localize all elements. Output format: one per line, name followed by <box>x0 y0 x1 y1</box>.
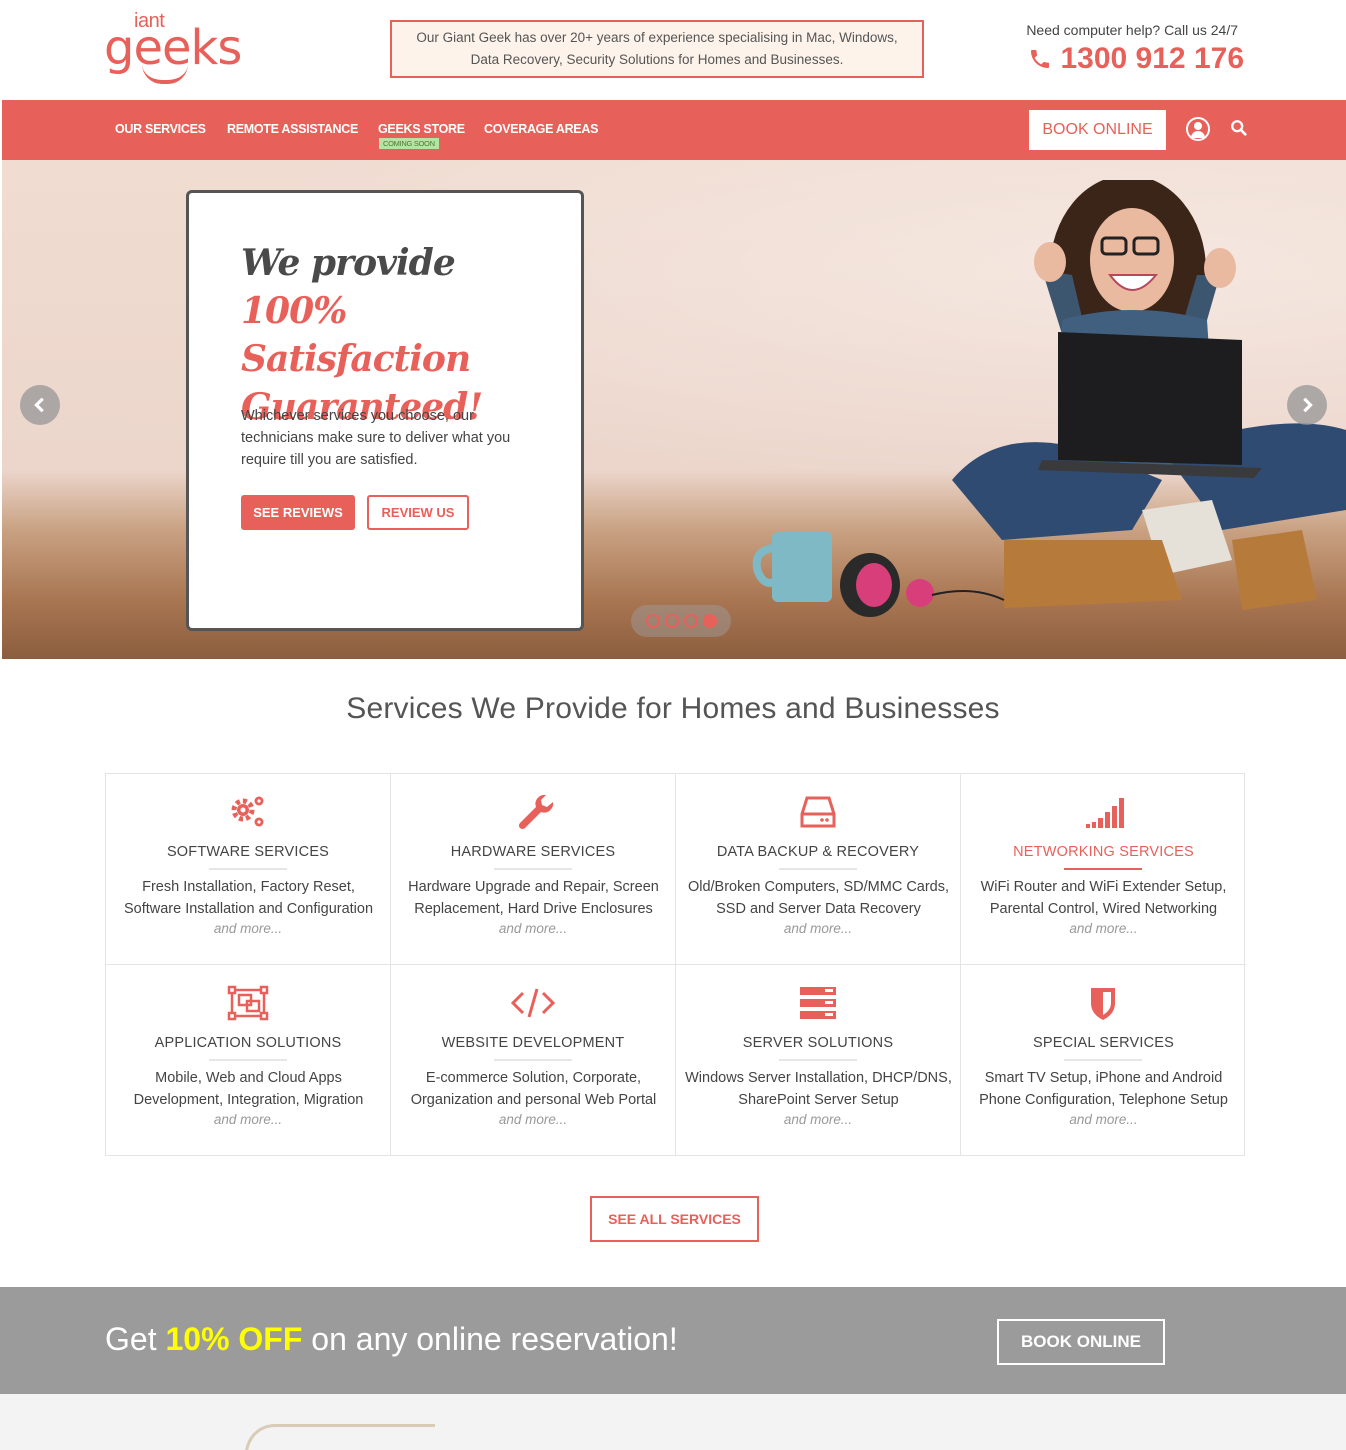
title-divider <box>1064 868 1142 870</box>
nav-geeks-store-label: GEEKS STORE <box>378 122 465 136</box>
logo-smile-icon <box>142 64 188 84</box>
title-divider <box>209 868 287 870</box>
intro-line-1: Our Giant Geek has over 20+ years of exp… <box>416 30 898 45</box>
title-divider <box>209 1059 287 1061</box>
review-us-button[interactable]: REVIEW US <box>367 495 469 530</box>
call-label: Need computer help? Call us 24/7 <box>1026 22 1238 38</box>
service-title: SERVER SOLUTIONS <box>742 1035 894 1051</box>
service-description: Hardware Upgrade and Repair, Screen Repl… <box>408 879 659 917</box>
promo-text-pre: Get <box>105 1321 166 1357</box>
signal-bars-icon <box>1086 798 1124 828</box>
hero-title-part3: Satisfaction <box>241 338 471 380</box>
title-divider <box>494 1059 572 1061</box>
user-circle-icon[interactable] <box>1186 117 1210 141</box>
service-more: and more... <box>783 921 853 936</box>
phone-link[interactable]: 1300 912 176 <box>1028 42 1244 76</box>
slider-prev-button[interactable] <box>20 385 60 425</box>
service-more: and more... <box>498 1112 568 1127</box>
intro-box: Our Giant Geek has over 20+ years of exp… <box>390 20 924 78</box>
title-divider <box>779 1059 857 1061</box>
slider-dot-3[interactable] <box>683 614 698 628</box>
service-application[interactable]: APPLICATION SOLUTIONS Mobile, Web and Cl… <box>106 965 391 1156</box>
slider-next-button[interactable] <box>1287 385 1327 425</box>
intro-line-2: Data Recovery, Security Solutions for Ho… <box>470 52 844 67</box>
nav-our-services[interactable]: OUR SERVICES <box>115 122 206 136</box>
service-description: Smart TV Setup, iPhone and Android Phone… <box>979 1070 1228 1108</box>
service-title: NETWORKING SERVICES <box>1013 844 1194 860</box>
services-grid: SOFTWARE SERVICES Fresh Installation, Fa… <box>105 773 1246 1156</box>
chevron-right-icon <box>1303 397 1313 413</box>
wrench-icon <box>518 794 554 830</box>
device-image <box>245 1424 435 1450</box>
book-online-button[interactable]: BOOK ONLINE <box>1029 110 1166 150</box>
service-more: and more... <box>1069 1112 1138 1127</box>
slider-dots <box>631 605 731 637</box>
service-networking[interactable]: NETWORKING SERVICES WiFi Router and WiFi… <box>961 774 1246 965</box>
gears-icon <box>231 796 264 827</box>
service-title: SPECIAL SERVICES <box>1032 1035 1174 1051</box>
promo-text: Get 10% OFF on any online reservation! <box>105 1321 678 1358</box>
slider-dot-4[interactable] <box>702 614 717 628</box>
nav-geeks-store[interactable]: GEEKS STORE COMING SOON <box>378 122 465 149</box>
service-description: Windows Server Installation, DHCP/DNS, S… <box>685 1070 952 1108</box>
main-nav: OUR SERVICES REMOTE ASSISTANCE GEEKS STO… <box>2 100 1346 160</box>
service-description: Fresh Installation, Factory Reset, Softw… <box>123 879 374 917</box>
hero-description: Whichever services you choose, our techn… <box>241 408 511 468</box>
service-more: and more... <box>498 921 568 936</box>
next-section-preview <box>0 1394 1346 1450</box>
title-divider <box>779 868 857 870</box>
service-description: WiFi Router and WiFi Extender Setup, Par… <box>980 879 1227 917</box>
slider-dot-2[interactable] <box>664 614 679 628</box>
service-more: and more... <box>1069 921 1138 936</box>
site-header: iant geeks Our Giant Geek has over 20+ y… <box>0 0 1346 100</box>
server-icon <box>800 987 836 1019</box>
service-software[interactable]: SOFTWARE SERVICES Fresh Installation, Fa… <box>106 774 391 965</box>
shield-icon <box>1091 988 1115 1020</box>
promo-text-post: on any online reservation! <box>302 1321 678 1357</box>
see-all-services-button[interactable]: SEE ALL SERVICES <box>590 1196 759 1242</box>
service-server[interactable]: SERVER SOLUTIONS Windows Server Installa… <box>676 965 961 1156</box>
see-reviews-button[interactable]: SEE REVIEWS <box>241 495 355 530</box>
services-heading: Services We Provide for Homes and Busine… <box>346 692 1000 725</box>
service-more: and more... <box>213 1112 283 1127</box>
hero-card: We provide 100% Satisfaction Guaranteed!… <box>186 190 584 631</box>
hard-drive-icon <box>800 796 836 828</box>
service-title: WEBSITE DEVELOPMENT <box>441 1035 625 1051</box>
phone-number: 1300 912 176 <box>1060 42 1244 75</box>
code-icon <box>510 988 556 1018</box>
search-icon[interactable] <box>1230 119 1248 137</box>
promo-highlight: 10% OFF <box>165 1321 303 1357</box>
service-more: and more... <box>783 1112 853 1127</box>
service-special[interactable]: SPECIAL SERVICES Smart TV Setup, iPhone … <box>961 965 1246 1156</box>
hero-title-part1: We provide <box>241 242 456 284</box>
service-description: Old/Broken Computers, SD/MMC Cards, SSD … <box>687 879 950 917</box>
promo-book-online-button[interactable]: BOOK ONLINE <box>997 1319 1165 1365</box>
chevron-left-icon <box>34 397 44 413</box>
title-divider <box>1064 1059 1142 1061</box>
service-title: DATA BACKUP & RECOVERY <box>716 844 920 860</box>
service-title: HARDWARE SERVICES <box>450 844 616 860</box>
service-more: and more... <box>213 921 283 936</box>
phone-icon <box>1031 50 1050 68</box>
coming-soon-badge: COMING SOON <box>379 138 439 149</box>
giant-geeks-logo[interactable]: iant geeks <box>104 10 249 90</box>
service-description: Mobile, Web and Cloud Apps Development, … <box>133 1070 364 1108</box>
hero-title-part2: 100% <box>241 290 347 332</box>
service-description: E-commerce Solution, Corporate, Organiza… <box>410 1070 657 1108</box>
hero-photo <box>752 180 1346 617</box>
service-title: SOFTWARE SERVICES <box>166 844 330 860</box>
object-group-icon <box>227 985 269 1021</box>
nav-coverage-areas[interactable]: COVERAGE AREAS <box>484 122 598 136</box>
service-website[interactable]: WEBSITE DEVELOPMENT E-commerce Solution,… <box>391 965 676 1156</box>
slider-dot-1[interactable] <box>645 614 660 628</box>
service-hardware[interactable]: HARDWARE SERVICES Hardware Upgrade and R… <box>391 774 676 965</box>
service-data-backup[interactable]: DATA BACKUP & RECOVERY Old/Broken Comput… <box>676 774 961 965</box>
hero-slider: We provide 100% Satisfaction Guaranteed!… <box>2 160 1346 659</box>
title-divider <box>494 868 572 870</box>
hero-title: We provide 100% Satisfaction Guaranteed! <box>241 239 541 431</box>
promo-banner: Get 10% OFF on any online reservation! B… <box>0 1287 1346 1394</box>
service-title: APPLICATION SOLUTIONS <box>154 1035 342 1051</box>
nav-remote-assistance[interactable]: REMOTE ASSISTANCE <box>227 122 358 136</box>
